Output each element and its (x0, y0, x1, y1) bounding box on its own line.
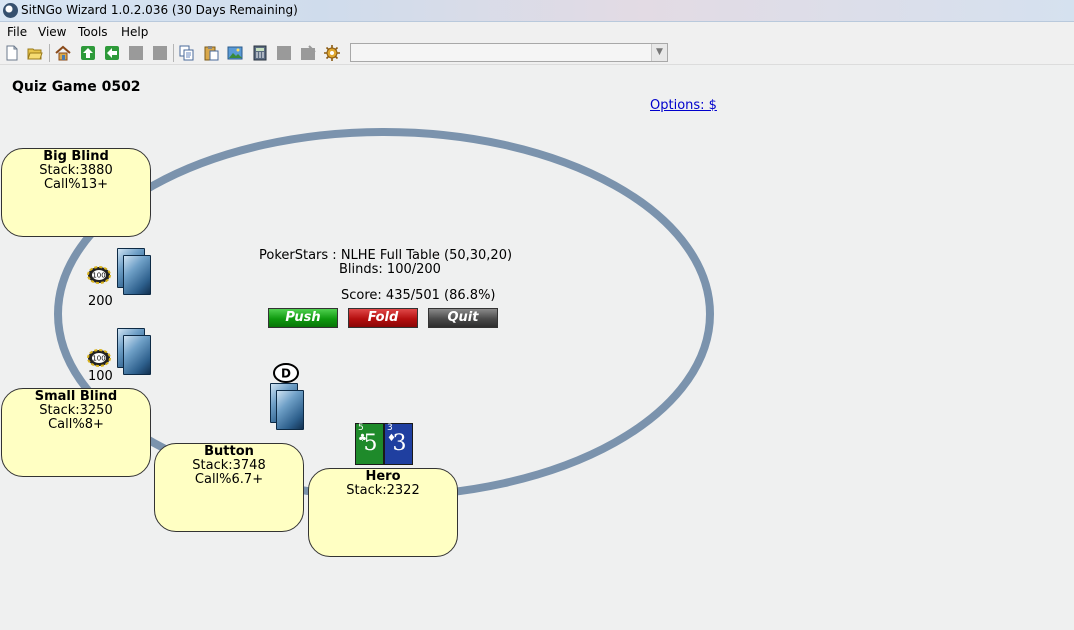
fold-button[interactable]: Fold (348, 308, 418, 328)
poker-chip-icon: 100 (87, 266, 111, 284)
score-info: Score: 435/501 (86.8%) (341, 288, 496, 303)
quit-button[interactable]: Quit (428, 308, 498, 328)
seat-call-range: Call%8+ (48, 417, 104, 432)
card-back-icon (123, 255, 151, 295)
push-button[interactable]: Push (268, 308, 338, 328)
sitngo-wizard-logo-icon (3, 3, 18, 18)
card-back-icon (276, 390, 304, 430)
card-back-icon (123, 335, 151, 375)
blinds-info: Blinds: 100/200 (339, 262, 441, 277)
calculator-icon[interactable] (252, 45, 268, 61)
seat-small-blind: Small Blind Stack:3250 Call%8+ (1, 388, 151, 477)
seat-call-range: Call%6.7+ (194, 472, 264, 487)
seat-button: Button Stack:3748 Call%6.7+ (154, 443, 304, 532)
menu-bar: File View Tools Help (0, 22, 1074, 41)
window-title: SitNGo Wizard 1.0.2.036 (30 Days Remaini… (21, 3, 298, 17)
menu-file[interactable]: File (7, 25, 27, 39)
card-rank: 5 (363, 431, 378, 456)
seat-stack: Stack:3880 (39, 163, 113, 178)
menu-tools[interactable]: Tools (78, 25, 108, 39)
table-info-line1: PokerStars : NLHE Full Table (50,30,20) (259, 248, 513, 263)
small-blind-bet: 100 (88, 369, 113, 384)
game-select-combo[interactable]: ▼ (350, 43, 668, 62)
menu-view[interactable]: View (38, 25, 66, 39)
poker-table (54, 128, 714, 500)
dealer-label: D (281, 367, 291, 381)
chip-label: 100 (92, 272, 105, 280)
disabled-icon (276, 45, 292, 61)
new-file-icon[interactable] (4, 45, 20, 61)
dealer-button-icon: D (273, 363, 299, 383)
hero-card-five-clubs: 5 ♣ 5 (355, 423, 384, 465)
seat-stack: Stack:3250 (39, 403, 113, 418)
disabled-icon (300, 45, 316, 61)
back-arrow-icon[interactable] (104, 45, 120, 61)
copy-icon[interactable] (179, 45, 195, 61)
toolbar-separator (49, 44, 50, 62)
seat-hero: Hero Stack:2322 (308, 468, 458, 557)
up-arrow-icon[interactable] (80, 45, 96, 61)
seat-big-blind: Big Blind Stack:3880 Call%13+ (1, 148, 151, 237)
card-rank: 3 (392, 431, 407, 456)
seat-position-label: Hero (365, 469, 401, 484)
open-folder-icon[interactable] (27, 45, 43, 61)
seat-position-label: Small Blind (34, 389, 118, 404)
chevron-down-icon[interactable]: ▼ (651, 44, 667, 61)
paste-icon[interactable] (203, 45, 219, 61)
seat-stack: Stack:3748 (192, 458, 266, 473)
seat-position-label: Button (204, 444, 254, 459)
game-title: Quiz Game 0502 (12, 79, 141, 95)
disabled-icon (128, 45, 144, 61)
image-icon[interactable] (227, 45, 243, 61)
toolbar: ▼ (0, 41, 1074, 65)
menu-help[interactable]: Help (121, 25, 148, 39)
home-icon[interactable] (55, 45, 71, 61)
big-blind-bet: 200 (88, 294, 113, 309)
hero-card-three-diamonds: 3 ♦ 3 (384, 423, 413, 465)
title-bar: SitNGo Wizard 1.0.2.036 (30 Days Remaini… (0, 0, 1074, 22)
options-link[interactable]: Options: $ (650, 98, 717, 113)
seat-stack: Stack:2322 (346, 483, 420, 498)
seat-position-label: Big Blind (43, 149, 109, 164)
chip-label: 100 (92, 355, 105, 363)
disabled-icon (152, 45, 168, 61)
seat-call-range: Call%13+ (43, 177, 109, 192)
settings-gear-icon[interactable] (324, 45, 340, 61)
toolbar-separator (173, 44, 174, 62)
poker-chip-icon: 100 (87, 349, 111, 367)
